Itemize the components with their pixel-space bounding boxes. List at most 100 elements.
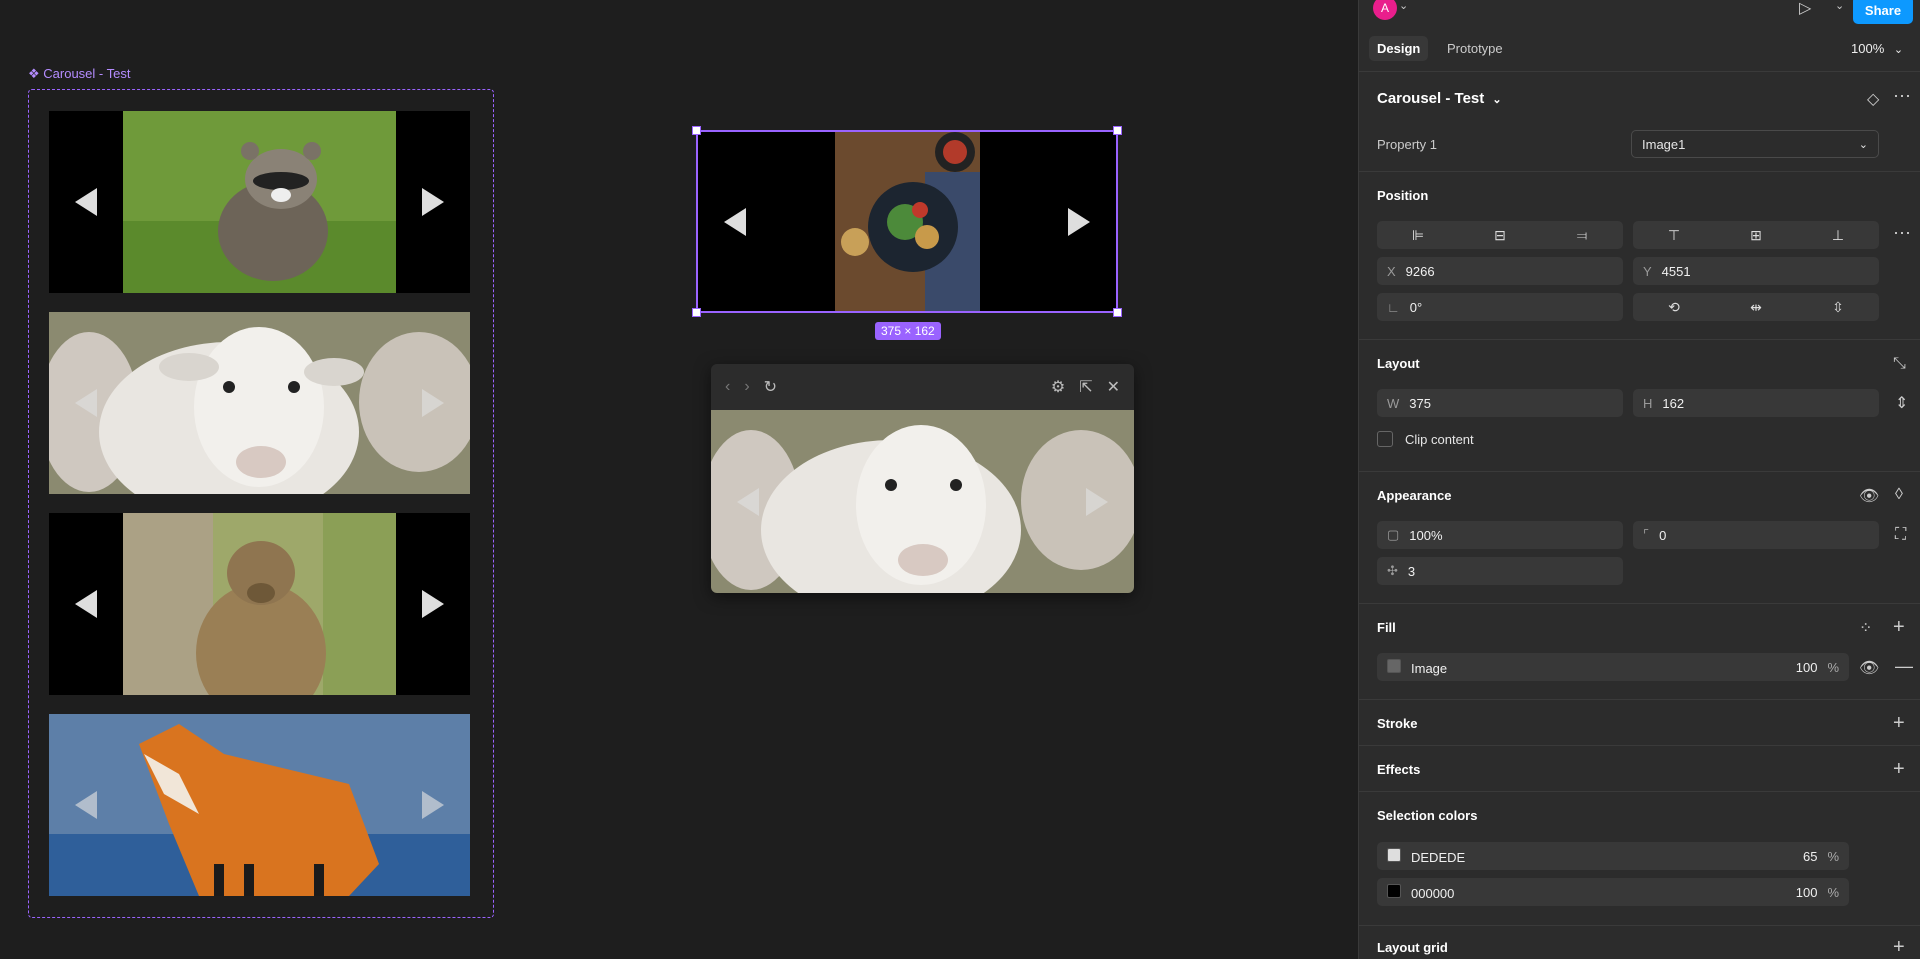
opacity-field[interactable]: ▢ 100% [1377, 521, 1623, 549]
open-external-icon[interactable]: ⇱ [1079, 377, 1092, 397]
prev-arrow-icon[interactable] [737, 487, 759, 516]
carousel-variant-sheep[interactable] [49, 312, 470, 494]
resize-handle[interactable] [692, 308, 701, 317]
align-center-h-icon[interactable]: ⊟ [1459, 221, 1541, 249]
sheep-image [49, 312, 470, 494]
collapse-icon[interactable]: ⤡ [1893, 355, 1906, 373]
next-arrow-icon[interactable] [422, 791, 444, 819]
tab-design[interactable]: Design [1369, 36, 1429, 61]
selection-color-row[interactable]: DEDEDE 65% [1377, 842, 1849, 870]
align-top-icon[interactable]: ⊤ [1633, 221, 1715, 249]
add-stroke-icon[interactable]: + [1893, 713, 1905, 733]
prev-arrow-icon[interactable] [75, 389, 97, 417]
dimension-badge: 375 × 162 [875, 322, 941, 340]
fill-row[interactable]: Image 100% [1377, 653, 1849, 681]
effects-title: Effects [1377, 762, 1421, 777]
settings-sliders-icon[interactable]: ⚙ [1051, 377, 1065, 397]
preview-toolbar: ‹ › ↻ ⚙ ⇱ ✕ [711, 364, 1134, 410]
selection-colors-title: Selection colors [1377, 808, 1478, 823]
carousel-variant-marmot[interactable] [49, 513, 470, 695]
zoom-value: 100% [1851, 41, 1885, 56]
next-arrow-icon[interactable] [422, 188, 444, 216]
styles-grid-icon[interactable]: ⁘ [1859, 618, 1872, 638]
align-left-icon[interactable]: ⊫ [1377, 221, 1459, 249]
eye-icon[interactable]: 👁 [1859, 486, 1879, 506]
preview-sheep-slide[interactable] [711, 410, 1134, 593]
chevron-down-icon[interactable]: ⌄ [1835, 0, 1844, 12]
align-right-icon[interactable]: ⫤ [1541, 221, 1623, 249]
width-field[interactable]: W 375 [1377, 389, 1623, 417]
design-panel: A ⌄ ▷ ⌄ Share Design Prototype 100% ⌄ Ca… [1358, 0, 1920, 959]
forward-icon[interactable]: › [744, 378, 749, 396]
present-icon[interactable]: ▷ [1799, 0, 1811, 18]
resize-handle[interactable] [1113, 308, 1122, 317]
avatar[interactable]: A [1373, 0, 1397, 20]
clip-content-checkbox[interactable] [1377, 431, 1393, 447]
carousel-variant-raccoon[interactable] [49, 111, 470, 293]
selection-color-row[interactable]: 000000 100% [1377, 878, 1849, 906]
restart-icon[interactable]: ↻ [764, 377, 777, 397]
resize-handle[interactable] [1113, 126, 1122, 135]
carousel-food-slide[interactable] [698, 132, 1116, 311]
y-field[interactable]: Y 4551 [1633, 257, 1879, 285]
more-options-icon[interactable]: ⋯ [1893, 223, 1911, 244]
prev-arrow-icon[interactable] [724, 207, 746, 236]
blur-field[interactable]: ✣ 3 [1377, 557, 1623, 585]
chevron-down-icon: ⌄ [1858, 138, 1868, 151]
more-options-icon[interactable]: ⋯ [1893, 86, 1911, 107]
resize-handle[interactable] [692, 126, 701, 135]
rotate-icon[interactable]: ⟲ [1633, 293, 1715, 321]
add-layout-grid-icon[interactable]: + [1893, 937, 1905, 957]
horizontal-align-group[interactable]: ⊫ ⊟ ⫤ [1377, 221, 1623, 249]
edit-component-icon[interactable]: ◇ [1867, 89, 1879, 109]
zoom-level[interactable]: 100% ⌄ [1851, 41, 1903, 56]
remove-fill-icon[interactable]: — [1895, 656, 1913, 677]
stroke-title: Stroke [1377, 716, 1418, 731]
carousel-component-set[interactable] [28, 89, 494, 918]
flip-horizontal-icon[interactable]: ⇹ [1715, 293, 1797, 321]
prev-arrow-icon[interactable] [75, 590, 97, 618]
chevron-down-icon[interactable]: ⌄ [1399, 0, 1408, 12]
property-label: Property 1 [1377, 137, 1437, 152]
align-bottom-icon[interactable]: ⊥ [1797, 221, 1879, 249]
back-icon[interactable]: ‹ [725, 378, 730, 396]
selected-carousel-instance[interactable] [692, 126, 1122, 317]
close-icon[interactable]: ✕ [1107, 377, 1120, 397]
raccoon-image [123, 111, 396, 293]
prototype-preview-window[interactable]: ‹ › ↻ ⚙ ⇱ ✕ [711, 364, 1134, 593]
x-field[interactable]: X 9266 [1377, 257, 1623, 285]
transform-group[interactable]: ⟲ ⇹ ⇳ [1633, 293, 1879, 321]
frame-label[interactable]: ❖ Carousel - Test [28, 66, 130, 82]
food-bowl-image [835, 132, 980, 311]
add-effect-icon[interactable]: + [1893, 759, 1905, 779]
tab-prototype[interactable]: Prototype [1447, 41, 1503, 56]
eye-icon[interactable]: 👁 [1859, 658, 1879, 678]
add-fill-icon[interactable]: + [1893, 617, 1905, 637]
position-title: Position [1377, 188, 1429, 203]
opacity-icon: ▢ [1387, 527, 1400, 542]
independent-corners-icon[interactable]: ⛶ [1895, 526, 1906, 544]
constrain-proportions-icon[interactable]: ⇕ [1895, 393, 1908, 413]
prev-arrow-icon[interactable] [75, 791, 97, 819]
next-arrow-icon[interactable] [422, 590, 444, 618]
layout-grid-title: Layout grid [1377, 940, 1448, 955]
color-swatch [1387, 847, 1401, 862]
corner-radius-icon: ⌜ [1643, 527, 1650, 542]
flip-vertical-icon[interactable]: ⇳ [1797, 293, 1879, 321]
corner-radius-field[interactable]: ⌜ 0 [1633, 521, 1879, 549]
rotation-field[interactable]: ∟ 0° [1377, 293, 1623, 321]
next-arrow-icon[interactable] [422, 389, 444, 417]
blend-mode-icon[interactable]: ◊ [1895, 486, 1903, 504]
vertical-align-group[interactable]: ⊤ ⊞ ⊥ [1633, 221, 1879, 249]
height-field[interactable]: H 162 [1633, 389, 1879, 417]
align-middle-icon[interactable]: ⊞ [1715, 221, 1797, 249]
next-arrow-icon[interactable] [1068, 207, 1090, 236]
component-name[interactable]: Carousel - Test ⌄ [1377, 90, 1502, 107]
prev-arrow-icon[interactable] [75, 188, 97, 216]
share-button[interactable]: Share [1853, 0, 1913, 24]
carousel-variant-fox[interactable] [49, 714, 470, 896]
property-select[interactable]: Image1 ⌄ [1631, 130, 1879, 158]
next-arrow-icon[interactable] [1086, 487, 1108, 516]
layout-title: Layout [1377, 356, 1420, 371]
chevron-down-icon: ⌄ [1893, 44, 1904, 56]
